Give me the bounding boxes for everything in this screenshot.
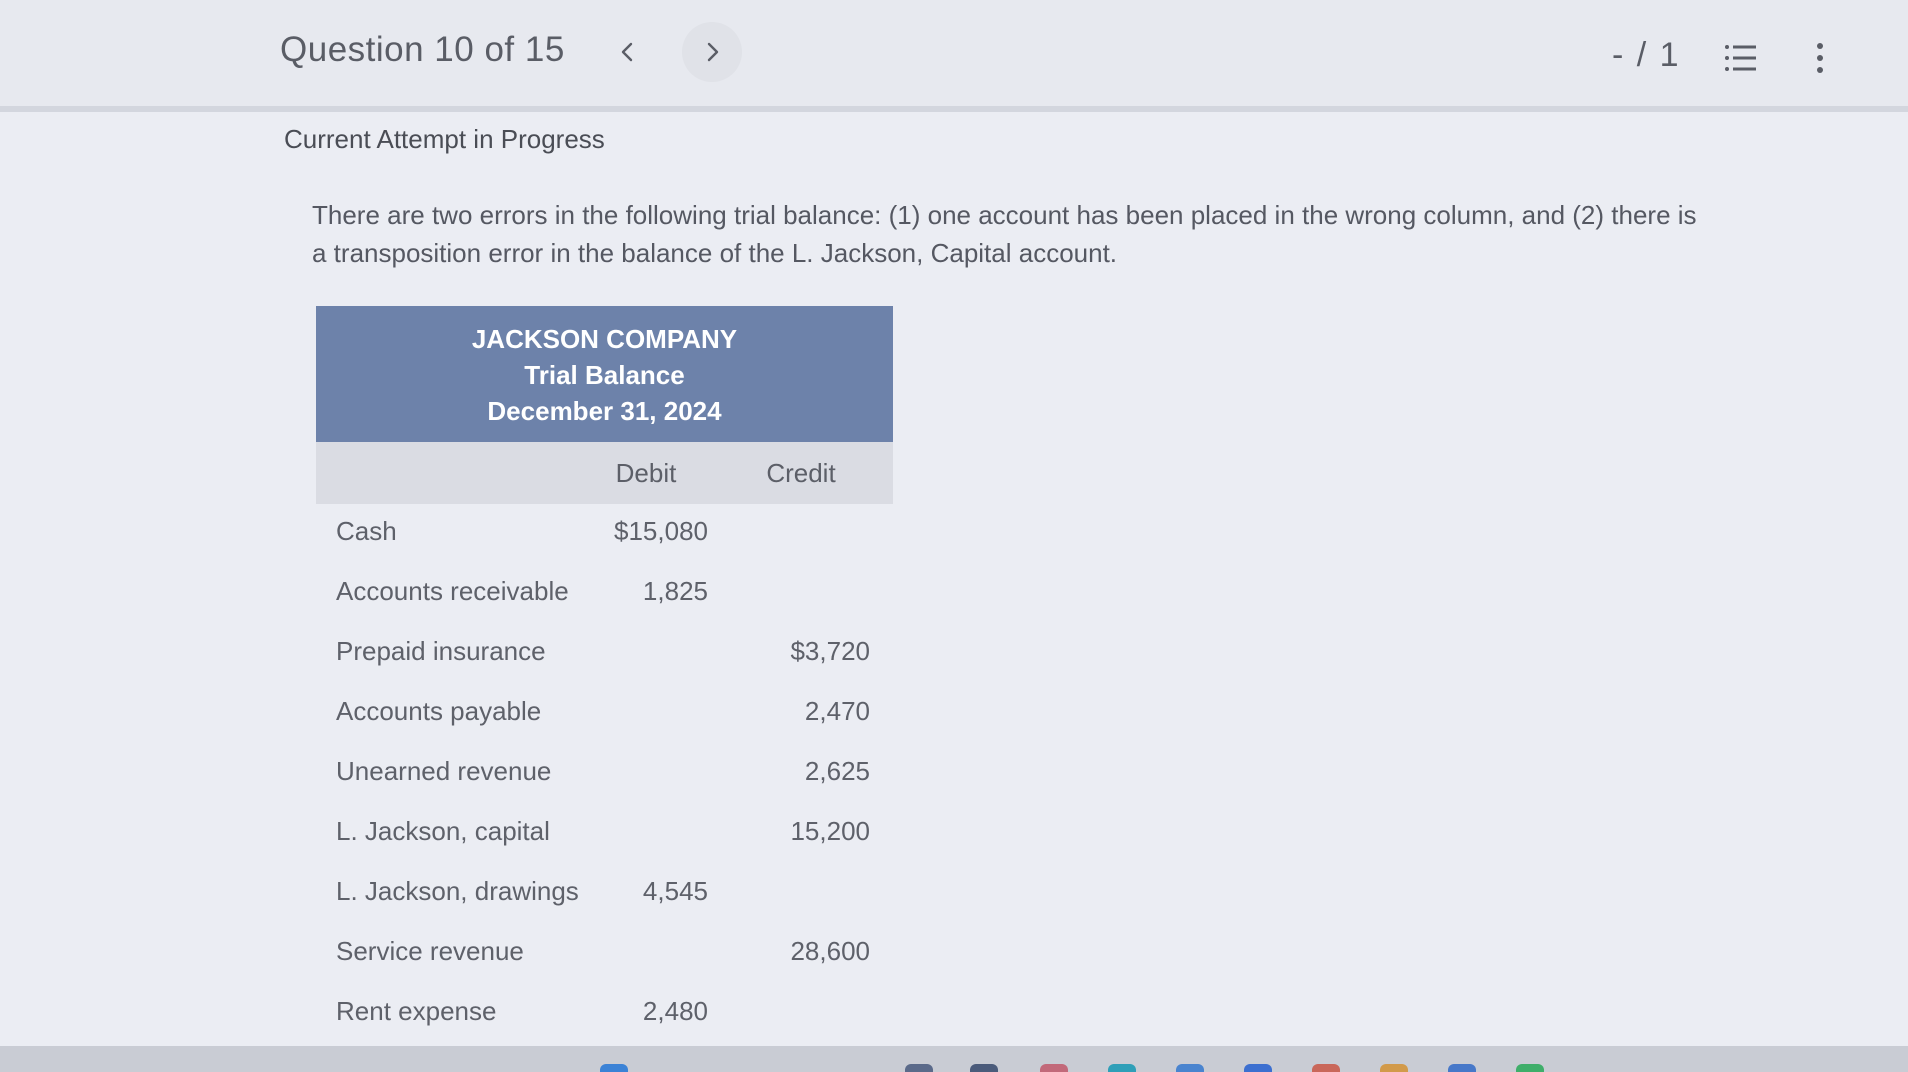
question-prompt: There are two errors in the following tr… [312,200,1697,268]
table-title-block: JACKSON COMPANY Trial Balance December 3… [316,306,893,442]
taskbar-app-icon[interactable] [1312,1064,1340,1072]
company-name: JACKSON COMPANY [471,324,738,354]
table-row: Unearned revenue 2,625 [316,744,893,804]
next-question-button[interactable] [682,22,742,82]
page: Question 10 of 15 - / 1 Current Attempt … [0,0,1908,1072]
top-bar: Question 10 of 15 - / 1 [0,0,1908,112]
table-row: Cash $15,080 [316,504,893,564]
account-name: Unearned revenue [336,756,552,786]
taskbar-app-icon[interactable] [905,1064,933,1072]
debit-amount: $15,080 [614,516,708,546]
taskbar-app-icon[interactable] [600,1064,628,1072]
debit-amount: 1,825 [642,576,708,606]
table-row: Service revenue 28,600 [316,924,893,984]
credit-amount: 2,625 [804,756,870,786]
column-headers: Debit Credit [316,442,893,504]
table-row: L. Jackson, capital 15,200 [316,804,893,864]
table-row: L. Jackson, drawings 4,545 [316,864,893,924]
taskbar-app-icon[interactable] [1448,1064,1476,1072]
account-name: L. Jackson, drawings [336,876,579,906]
question-counter: Question 10 of 15 [280,30,565,69]
credit-column-header: Credit [766,458,836,488]
statement-name: Trial Balance [524,360,685,390]
chevron-right-icon [707,42,719,62]
account-name: Cash [336,516,397,546]
table-row: Accounts receivable 1,825 [316,564,893,624]
chevron-left-icon [621,42,633,62]
more-vertical-icon[interactable] [1805,40,1835,76]
credit-amount: 15,200 [790,816,870,846]
debit-column-header: Debit [615,458,677,488]
account-name: L. Jackson, capital [336,816,550,846]
trial-balance-table: JACKSON COMPANY Trial Balance December 3… [316,306,893,1044]
taskbar-app-icon[interactable] [1516,1064,1544,1072]
debit-amount: 2,480 [642,996,708,1026]
account-name: Accounts payable [336,696,542,726]
taskbar-app-icon[interactable] [1380,1064,1408,1072]
credit-amount: $3,720 [790,636,870,666]
account-name: Rent expense [336,996,497,1026]
attempt-status: Current Attempt in Progress [284,124,605,154]
statement-date: December 31, 2024 [487,396,722,426]
question-list-icon[interactable] [1722,40,1758,76]
taskbar-app-icon[interactable] [1244,1064,1272,1072]
os-taskbar [0,1046,1908,1072]
account-name: Accounts receivable [336,576,569,606]
debit-amount: 4,545 [642,876,708,906]
table-row: Prepaid insurance $3,720 [316,624,893,684]
taskbar-app-icon[interactable] [970,1064,998,1072]
previous-question-button[interactable] [598,22,658,82]
taskbar-app-icon[interactable] [1176,1064,1204,1072]
credit-amount: 28,600 [790,936,870,966]
score-display: - / 1 [1612,36,1681,74]
taskbar-app-icon[interactable] [1040,1064,1068,1072]
taskbar-app-icon[interactable] [1108,1064,1136,1072]
account-name: Prepaid insurance [336,636,546,666]
table-row: Rent expense 2,480 [316,984,893,1044]
table-row: Accounts payable 2,470 [316,684,893,744]
credit-amount: 2,470 [804,696,870,726]
account-name: Service revenue [336,936,524,966]
